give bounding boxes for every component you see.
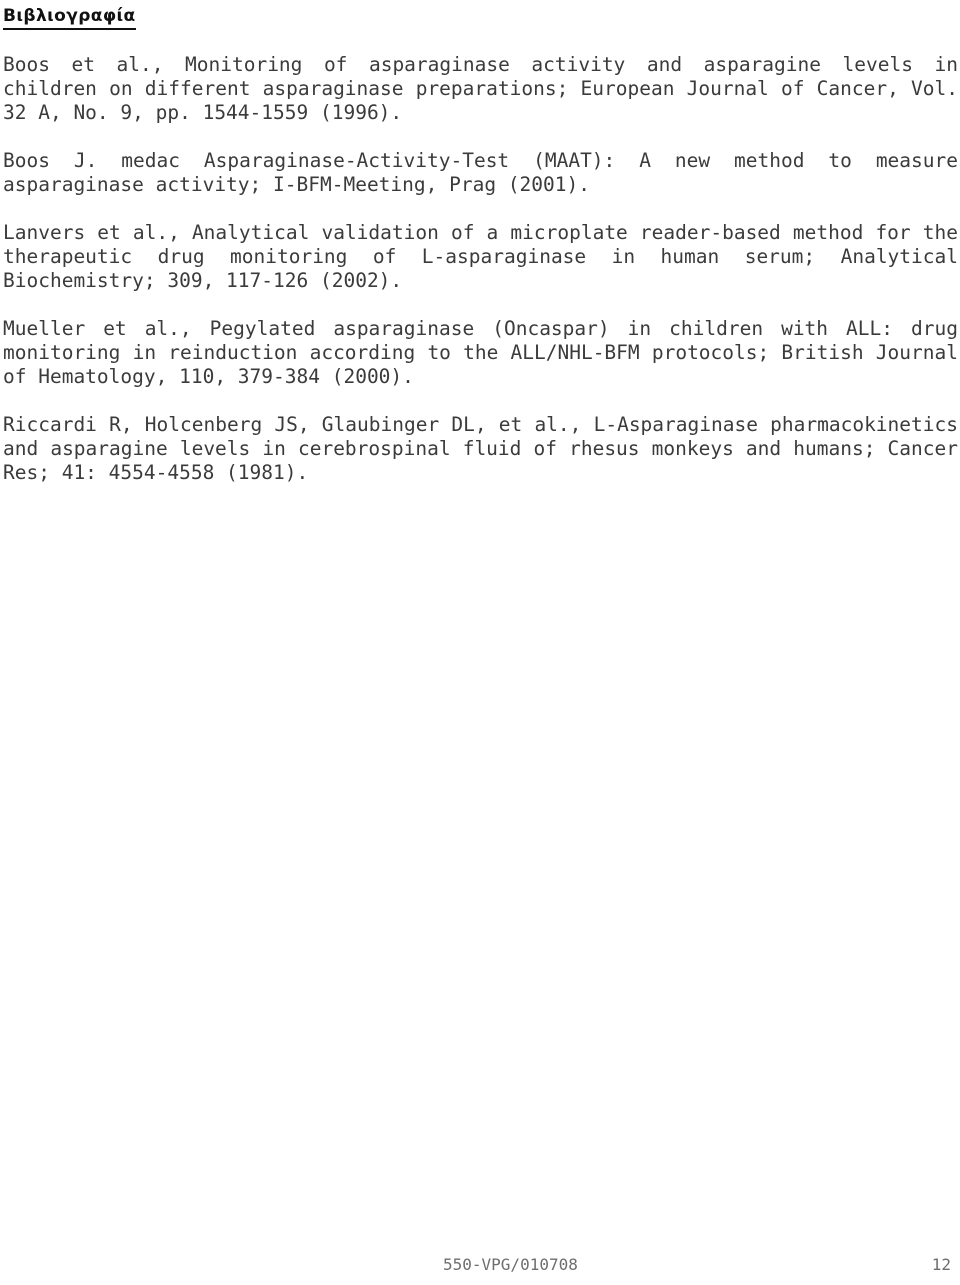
bibliography-entry: Riccardi R, Holcenberg JS, Glaubinger DL… [3, 413, 958, 484]
bibliography-list: Boos et al., Monitoring of asparaginase … [3, 53, 958, 485]
bibliography-entry: Boos J. medac Asparaginase-Activity-Test… [3, 149, 958, 196]
page-footer: 550-VPG/010708 12 [0, 1254, 960, 1276]
bibliography-entry: Lanvers et al., Analytical validation of… [3, 221, 958, 292]
footer-page-number: 12 [931, 1255, 951, 1274]
bibliography-entry: Mueller et al., Pegylated asparaginase (… [3, 317, 958, 388]
bibliography-entry: Boos et al., Monitoring of asparaginase … [3, 53, 958, 124]
footer-document-code: 550-VPG/010708 [443, 1255, 578, 1274]
page-title-container: Βιβλιογραφία [3, 0, 958, 34]
document-page: Βιβλιογραφία Boos et al., Monitoring of … [0, 0, 960, 1285]
page-title: Βιβλιογραφία [3, 6, 136, 30]
page-content: Βιβλιογραφία Boos et al., Monitoring of … [3, 0, 958, 485]
